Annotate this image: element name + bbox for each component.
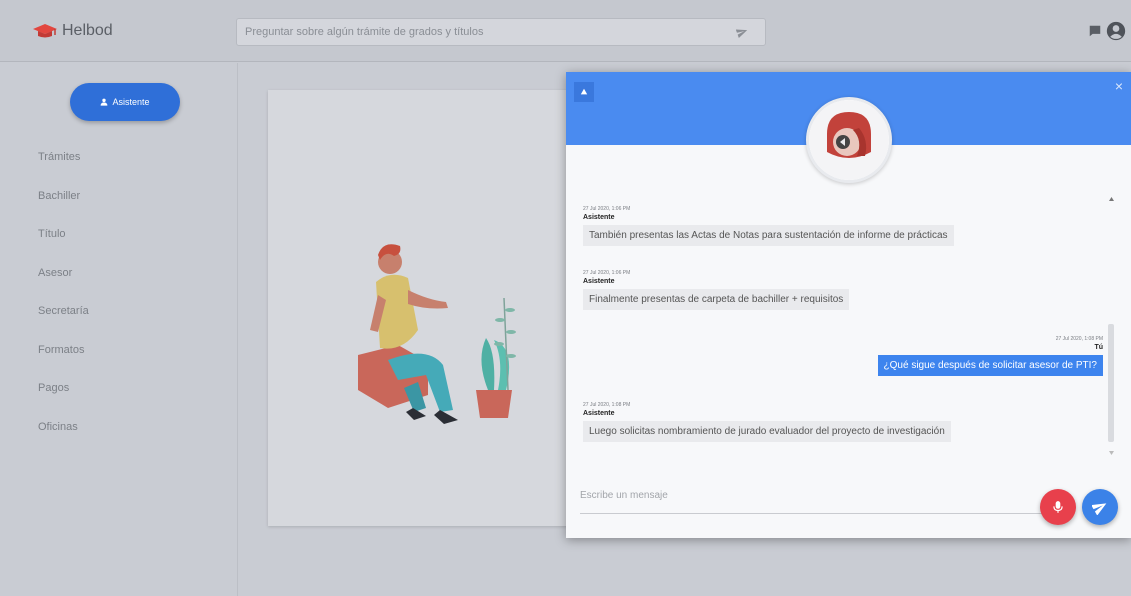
message-sender: Asistente (583, 214, 615, 221)
send-icon (1092, 503, 1107, 515)
scroll-thumb[interactable] (1108, 324, 1114, 442)
collapse-chat-button[interactable] (574, 82, 594, 102)
sidebar: Asistente Trámites Bachiller Título Ases… (0, 63, 238, 596)
message-sender: Asistente (583, 278, 615, 285)
app-logo[interactable]: Helbod (32, 22, 113, 40)
message-time: 27 Jul 2020, 1:06 PM (583, 270, 631, 276)
sidebar-item-tramites[interactable]: Trámites (38, 151, 89, 190)
message-assistant: 27 Jul 2020, 1:06 PM Asistente También p… (583, 206, 954, 246)
message-input[interactable]: Escribe un mensaje (580, 490, 668, 501)
user-icon (101, 98, 108, 106)
assistant-button-label: Asistente (112, 97, 150, 107)
user-circle-icon[interactable] (1106, 21, 1126, 46)
welcome-card (268, 90, 598, 526)
send-button[interactable] (1082, 489, 1118, 525)
assistant-button[interactable]: Asistente (70, 83, 180, 121)
chat-panel: × 27 Jul 2020, 1:06 PM Asistente También… (566, 72, 1131, 538)
close-chat-button[interactable]: × (1115, 78, 1123, 94)
message-sender: Asistente (583, 410, 615, 417)
mic-button[interactable] (1040, 489, 1076, 525)
scroll-up-arrow-icon[interactable] (1108, 196, 1115, 202)
search-input[interactable]: Preguntar sobre algún trámite de grados … (245, 26, 729, 38)
sidebar-menu: Trámites Bachiller Título Asesor Secreta… (38, 151, 89, 459)
mortarboard-icon (32, 23, 58, 39)
mic-icon (1053, 501, 1063, 513)
chat-messages: 27 Jul 2020, 1:06 PM Asistente También p… (566, 190, 1131, 460)
sidebar-item-formatos[interactable]: Formatos (38, 344, 89, 383)
assistant-avatar (806, 97, 892, 183)
chat-icon[interactable] (1088, 24, 1102, 43)
search-bar[interactable]: Preguntar sobre algún trámite de grados … (236, 18, 766, 46)
sidebar-item-secretaria[interactable]: Secretaría (38, 305, 89, 344)
sidebar-item-oficinas[interactable]: Oficinas (38, 421, 89, 460)
sidebar-item-titulo[interactable]: Título (38, 228, 89, 267)
message-text: Luego solicitas nombramiento de jurado e… (583, 421, 951, 442)
message-text: ¿Qué sigue después de solicitar asesor d… (877, 355, 1103, 376)
message-assistant: 27 Jul 2020, 1:06 PM Asistente Finalment… (583, 270, 850, 310)
search-send-button[interactable] (729, 19, 755, 45)
message-time: 27 Jul 2020, 1:06 PM (583, 206, 631, 212)
send-icon (736, 29, 748, 38)
message-sender: Tú (1094, 344, 1103, 351)
message-time: 27 Jul 2020, 1:08 PM (1055, 336, 1103, 342)
chevron-up-icon (580, 88, 588, 95)
input-underline (580, 513, 1045, 514)
chat-scrollbar[interactable] (1108, 194, 1115, 456)
person-with-plant-illustration (358, 244, 516, 424)
app-title: Helbod (62, 22, 113, 39)
message-assistant: 27 Jul 2020, 1:08 PM Asistente Luego sol… (583, 402, 951, 442)
sidebar-item-pagos[interactable]: Pagos (38, 382, 89, 421)
message-text: También presentas las Actas de Notas par… (583, 225, 954, 246)
sidebar-item-asesor[interactable]: Asesor (38, 267, 89, 306)
message-text: Finalmente presentas de carpeta de bachi… (583, 289, 850, 310)
message-user: 27 Jul 2020, 1:08 PM Tú ¿Qué sigue despu… (877, 336, 1103, 376)
sidebar-item-bachiller[interactable]: Bachiller (38, 190, 89, 229)
message-time: 27 Jul 2020, 1:08 PM (583, 402, 631, 408)
scroll-down-arrow-icon[interactable] (1108, 450, 1115, 456)
top-bar: Helbod Preguntar sobre algún trámite de … (0, 0, 1131, 62)
